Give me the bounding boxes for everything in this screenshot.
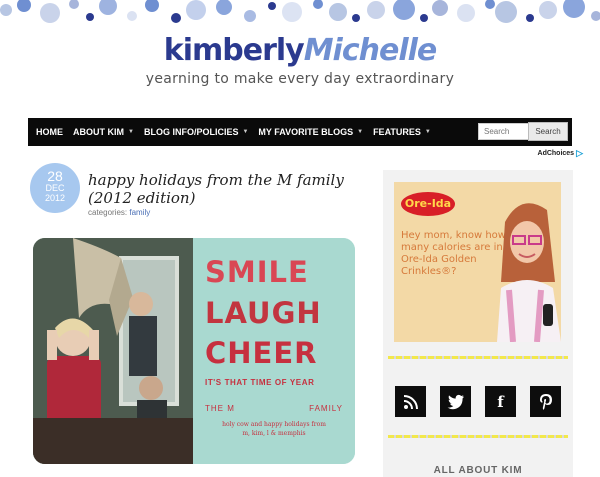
card-message-line-2: m, kim, l & memphis bbox=[242, 430, 306, 437]
logo-last-name: Michelle bbox=[303, 33, 438, 68]
facebook-icon[interactable]: f bbox=[485, 386, 516, 417]
card-word-smile: SMILE bbox=[205, 255, 309, 289]
sidebar-advertisement[interactable]: Ore-Ida Hey mom, know how many calories … bbox=[394, 182, 561, 342]
nav-item-blog-info[interactable]: BLOG INFO/POLICIES ▼ bbox=[139, 127, 253, 137]
card-family-right: FAMILY bbox=[309, 404, 343, 413]
card-text-panel: SMILE LAUGH CHEER IT'S THAT TIME OF YEAR… bbox=[193, 238, 355, 464]
nav-item-label: BLOG INFO/POLICIES bbox=[143, 127, 239, 137]
sidebar-divider bbox=[388, 356, 568, 359]
nav-item-label: FEATURES bbox=[373, 127, 421, 137]
post-title[interactable]: happy holidays from the M family (2012 e… bbox=[88, 171, 368, 207]
card-word-laugh: LAUGH bbox=[205, 296, 322, 330]
ad-girl-image bbox=[497, 203, 561, 342]
caret-down-icon: ▼ bbox=[424, 129, 431, 135]
site-tagline: yearning to make every day extraordinary bbox=[145, 71, 455, 87]
family-photo bbox=[33, 238, 193, 464]
card-family-line: THE M FAMILY bbox=[205, 404, 343, 413]
caret-down-icon: ▼ bbox=[242, 129, 249, 135]
main-nav: HOME ABOUT KIM ▼ BLOG INFO/POLICIES ▼ MY F… bbox=[28, 118, 572, 146]
twitter-icon[interactable] bbox=[440, 386, 471, 417]
caret-down-icon: ▼ bbox=[357, 129, 364, 135]
adchoices-icon: ▷ bbox=[576, 148, 583, 158]
ad-brand-logo: Ore-Ida bbox=[401, 192, 455, 216]
decorative-dots-banner bbox=[0, 0, 600, 23]
search-button[interactable]: Search bbox=[528, 122, 568, 141]
post-date-day: 28 bbox=[47, 168, 63, 184]
categories-label: categories: bbox=[88, 208, 128, 217]
sidebar-divider bbox=[388, 435, 568, 438]
post-date-badge: 28 DEC 2012 bbox=[30, 163, 80, 213]
post-date-year: 2012 bbox=[44, 193, 66, 203]
post-categories: categories: family bbox=[88, 208, 150, 217]
card-word-cheer: CHEER bbox=[205, 336, 318, 370]
nav-item-label: MY FAVORITE BLOGS bbox=[258, 127, 354, 137]
nav-item-home[interactable]: HOME bbox=[28, 127, 68, 137]
rss-icon[interactable] bbox=[395, 386, 426, 417]
about-heading: ALL ABOUT KIM bbox=[433, 465, 523, 476]
nav-item-label: HOME bbox=[36, 127, 63, 137]
caret-down-icon: ▼ bbox=[128, 129, 134, 135]
social-links: f bbox=[395, 386, 561, 417]
pinterest-icon[interactable] bbox=[530, 386, 561, 417]
card-message: holy cow and happy holidays from m, kim,… bbox=[205, 420, 343, 438]
site-logo[interactable]: kimberlyMichelle bbox=[0, 33, 600, 68]
nav-item-favorite-blogs[interactable]: MY FAVORITE BLOGS ▼ bbox=[253, 127, 368, 137]
holiday-card-image: SMILE LAUGH CHEER IT'S THAT TIME OF YEAR… bbox=[33, 238, 355, 464]
nav-item-about-kim[interactable]: ABOUT KIM ▼ bbox=[68, 127, 139, 137]
sidebar: Ore-Ida Hey mom, know how many calories … bbox=[383, 170, 573, 477]
nav-item-features[interactable]: FEATURES ▼ bbox=[368, 127, 436, 137]
page: kimberlyMichelle yearning to make every … bbox=[0, 0, 600, 477]
card-tagline: IT'S THAT TIME OF YEAR bbox=[205, 378, 315, 387]
adchoices-label: AdChoices bbox=[537, 150, 575, 157]
nav-item-label: ABOUT KIM bbox=[73, 127, 124, 137]
post-date-month: DEC bbox=[45, 183, 65, 193]
category-link-family[interactable]: family bbox=[129, 208, 150, 217]
card-message-line-1: holy cow and happy holidays from bbox=[222, 421, 326, 428]
card-family-left: THE M bbox=[205, 404, 235, 413]
logo-first-name: kimberly bbox=[163, 33, 305, 68]
adchoices-link[interactable]: AdChoices ▷ bbox=[538, 148, 583, 159]
